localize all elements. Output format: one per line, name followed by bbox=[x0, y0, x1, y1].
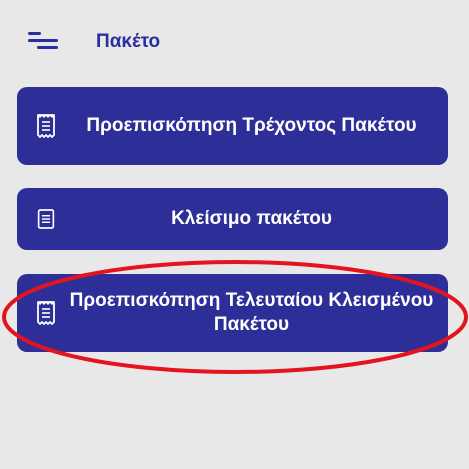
menu-icon[interactable] bbox=[28, 30, 58, 52]
preview-last-closed-package-button[interactable]: Προεπισκόπηση Τελευταίου Κλεισμένου Πακέ… bbox=[17, 274, 448, 352]
preview-current-package-button[interactable]: Προεπισκόπηση Τρέχοντος Πακέτου bbox=[17, 87, 448, 165]
receipt-icon bbox=[37, 114, 55, 138]
page-title: Πακέτο bbox=[96, 31, 161, 52]
button-label: Προεπισκόπηση Τρέχοντος Πακέτου bbox=[86, 115, 417, 136]
app-header: Πακέτο bbox=[0, 0, 469, 84]
close-package-button[interactable]: Κλείσιμο πακέτου bbox=[17, 188, 448, 250]
button-label: Προεπισκόπηση Τελευταίου Κλεισμένου Πακέ… bbox=[69, 290, 434, 335]
document-icon bbox=[37, 209, 55, 229]
receipt-icon bbox=[37, 301, 55, 325]
button-label: Κλείσιμο πακέτου bbox=[171, 208, 332, 229]
